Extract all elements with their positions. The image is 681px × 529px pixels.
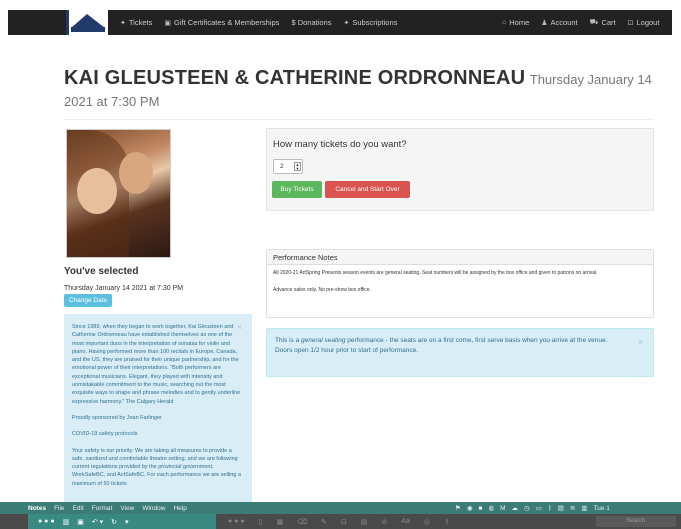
save-icon[interactable]: ▣ [77, 518, 84, 526]
seating-alert-line: This is a general seating performance - … [275, 337, 608, 344]
macos-menubar: Notes File Edit Format View Window Help … [0, 502, 681, 514]
performer-photo [66, 129, 171, 258]
photo-shape [77, 168, 117, 214]
nav-subscriptions[interactable]: ✦ Subscriptions [343, 18, 397, 27]
photo-shape [119, 152, 153, 194]
menubar-status: ⚑ ◉ ■ ◍ M ☁ ◷ ▭ ᛒ ▤ ≋ ▥ Tue 1 [455, 502, 616, 514]
menu-edit[interactable]: Edit [73, 505, 84, 512]
status-icon[interactable]: ■ [479, 505, 483, 512]
window-dots-icon: ● ● ● [228, 518, 245, 525]
notes-line: All 2020-21 ArtSpring Presents season ev… [273, 270, 598, 276]
event-description: × Since 1989, when they began to work to… [64, 314, 252, 504]
grid-icon[interactable]: ▦ [276, 518, 283, 526]
notes-window-controls: ● ● ● ▥ ▣ ↶ ▾ ↻ ▾ [28, 514, 216, 529]
status-icon[interactable]: ▭ [536, 504, 542, 512]
window-dots-icon[interactable]: ● ● ● [38, 518, 55, 525]
menu-notes[interactable]: Notes [28, 505, 46, 512]
menubar-clock[interactable]: Tue 1 [594, 505, 610, 512]
menu-file[interactable]: File [54, 505, 64, 512]
menu-view[interactable]: View [120, 505, 134, 512]
menu-window[interactable]: Window [142, 505, 165, 512]
close-icon[interactable]: × [237, 322, 242, 331]
status-icon[interactable]: M [500, 505, 505, 512]
ticket-question: How many tickets do you want? [273, 139, 407, 150]
menu-help[interactable]: Help [173, 505, 186, 512]
bluetooth-icon[interactable]: ᛒ [548, 505, 552, 512]
notes-search-input[interactable]: Search [596, 516, 676, 527]
page-title: KAI GLEUSTEEN & CATHERINE ORDRONNEAU Thu… [64, 67, 664, 113]
change-date-button[interactable]: Change Date [64, 294, 112, 307]
status-icon[interactable]: ▤ [558, 504, 564, 512]
gift-icon: ▣ [164, 19, 171, 27]
ticket-quantity-panel: How many tickets do you want? 2 ▲ ▼ Buy T… [266, 128, 654, 211]
nav-right: ⌂ Home ♟ Account ⛟ Cart ⊡ Logout [502, 10, 671, 35]
nav-home[interactable]: ⌂ Home [502, 18, 529, 27]
event-title: KAI GLEUSTEEN & CATHERINE ORDRONNEAU [64, 67, 526, 89]
logo-base-shape [71, 27, 105, 32]
logo-roof-shape [71, 14, 105, 28]
sponsor-text: Proudly sponsored by Joan Farlinger [72, 414, 162, 421]
safety-paragraph: Your safety is our priority. We are taki… [72, 447, 241, 487]
wifi-icon[interactable]: ≋ [570, 504, 575, 512]
cart-icon: ⛟ [589, 19, 599, 26]
top-navbar: ✦ Tickets ▣ Gift Certificates & Membership… [8, 10, 672, 35]
notes-toolbar: ● ● ● ▥ ▣ ↶ ▾ ↻ ▾ ● ● ● ▯ ▦ ⌫ ✎ ⊡ ▤ ⊘ Aa… [0, 514, 681, 529]
selected-heading: You've selected [64, 266, 139, 277]
doors-open-line: Doors open 1/2 hour prior to start of pe… [275, 346, 419, 354]
nav-gift-certificates[interactable]: ▣ Gift Certificates & Memberships [164, 18, 279, 27]
sidebar-icon[interactable]: ▥ [63, 518, 70, 526]
undo-icon[interactable]: ↶ ▾ [92, 518, 103, 526]
lock-icon[interactable]: ⊡ [341, 518, 347, 526]
seating-alert: × This is a general seating performance … [266, 328, 654, 377]
menu-format[interactable]: Format [92, 505, 113, 512]
title-divider [64, 119, 654, 120]
collaborate-icon[interactable]: ◎ [424, 518, 430, 526]
performance-notes-heading: Performance Notes [267, 250, 653, 265]
notes-tools: ● ● ● ▯ ▦ ⌫ ✎ ⊡ ▤ ⊘ Aa ◎ ⇪ [228, 514, 464, 529]
description-paragraph: Since 1989, when they began to work toge… [72, 324, 241, 405]
trash-icon[interactable]: ⌫ [297, 518, 307, 526]
format-text-icon[interactable]: Aa [401, 518, 410, 525]
nav-logout[interactable]: ⊡ Logout [628, 18, 660, 27]
status-icon[interactable]: ◍ [488, 504, 494, 512]
home-icon: ⌂ [502, 19, 507, 26]
performance-notes-body: All 2020-21 ArtSpring Presents season ev… [267, 265, 653, 307]
status-icon[interactable]: ▥ [581, 504, 587, 512]
status-icon[interactable]: ☁ [512, 504, 519, 512]
compose-icon[interactable]: ✎ [321, 518, 327, 526]
tag-icon: ✦ [120, 19, 126, 27]
share-icon[interactable]: ⇪ [444, 518, 450, 526]
selected-date: Thursday January 14 2021 at 7:30 PM [64, 285, 184, 292]
checklist-icon[interactable]: ⊘ [381, 518, 387, 526]
tag-icon: ✦ [343, 19, 350, 27]
lock-icon: ⊡ [627, 19, 634, 27]
nav-left: ✦ Tickets ▣ Gift Certificates & Membership… [120, 10, 409, 35]
updown-arrows-icon: ▲ ▼ [294, 162, 301, 171]
cancel-start-over-button[interactable]: Cancel and Start Over [325, 181, 410, 198]
nav-account[interactable]: ♟ Account [541, 18, 577, 27]
status-icon[interactable]: ⚑ [455, 504, 461, 512]
close-icon[interactable]: × [638, 337, 643, 348]
buy-tickets-button[interactable]: Buy Tickets [272, 181, 322, 198]
chevron-down-icon[interactable]: ▾ [125, 518, 129, 526]
nav-donations[interactable]: $ Donations [291, 18, 331, 27]
site-logo[interactable] [66, 10, 108, 35]
user-icon: ♟ [541, 19, 548, 27]
sidebar-icon[interactable]: ▯ [259, 518, 263, 526]
nav-tickets[interactable]: ✦ Tickets [120, 18, 152, 27]
nav-cart[interactable]: ⛟ Cart [590, 18, 616, 27]
redo-icon[interactable]: ↻ [111, 518, 117, 526]
covid-heading: COVID-19 safety protocols [72, 431, 138, 438]
performance-notes-panel: Performance Notes All 2020-21 ArtSpring … [266, 249, 654, 318]
notes-line: Advance sales only. No pre-show box offi… [273, 287, 371, 293]
table-icon[interactable]: ▤ [361, 518, 368, 526]
quantity-select[interactable]: 2 ▲ ▼ [273, 159, 303, 174]
quantity-value: 2 [280, 163, 284, 170]
clock-icon[interactable]: ◷ [524, 504, 530, 512]
status-icon[interactable]: ◉ [467, 504, 473, 512]
